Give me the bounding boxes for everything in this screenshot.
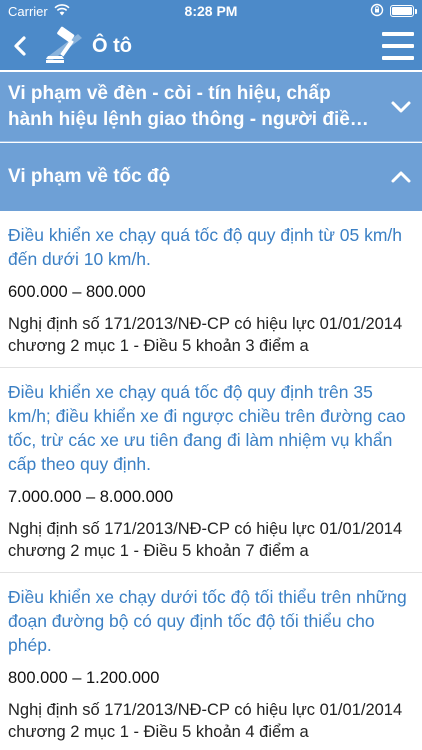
back-icon (14, 36, 26, 56)
violation-list: Điều khiển xe chạy quá tốc độ quy định t… (0, 211, 422, 750)
menu-icon-bar (382, 32, 414, 36)
rotation-lock-icon (370, 3, 384, 20)
section-title: Vi phạm về tốc độ (8, 166, 171, 187)
status-right (370, 3, 417, 20)
violation-fine: 800.000 – 1.200.000 (8, 669, 160, 687)
carrier-label: Carrier (8, 3, 48, 19)
wifi-icon (54, 3, 70, 19)
violation-fine: 600.000 – 800.000 (8, 283, 146, 301)
section-header-speed[interactable]: Vi phạm về tốc độ (0, 143, 422, 211)
chevron-up-icon (391, 171, 411, 183)
chevron-down-icon (391, 101, 411, 112)
violation-reference: Nghị định số 171/2013/NĐ-CP có hiệu lực … (8, 701, 403, 741)
gavel-logo-icon (42, 26, 86, 66)
status-left: Carrier (8, 4, 70, 19)
menu-button[interactable] (380, 28, 416, 64)
battery-icon (390, 5, 417, 17)
section-title: Vi phạm về đèn - còi - tín hiệu, chấp hà… (8, 82, 362, 130)
violation-description: Điều khiển xe chạy dưới tốc độ tối thiểu… (8, 587, 407, 655)
menu-icon-bar (382, 56, 414, 60)
violation-item[interactable]: Điều khiển xe chạy quá tốc độ quy định t… (0, 211, 422, 368)
violation-item[interactable]: Điều khiển xe chạy dưới tốc độ tối thiểu… (0, 573, 422, 750)
violation-fine: 7.000.000 – 8.000.000 (8, 488, 174, 506)
violation-reference: Nghị định số 171/2013/NĐ-CP có hiệu lực … (8, 315, 403, 355)
violation-reference: Nghị định số 171/2013/NĐ-CP có hiệu lực … (8, 520, 403, 560)
violation-description: Điều khiển xe chạy quá tốc độ quy định t… (8, 225, 403, 269)
menu-icon-bar (382, 44, 414, 48)
violation-description: Điều khiển xe chạy quá tốc độ quy định t… (8, 382, 406, 474)
status-bar: Carrier 8:28 PM (0, 0, 422, 22)
back-button[interactable] (0, 22, 40, 70)
violation-item[interactable]: Điều khiển xe chạy quá tốc độ quy định t… (0, 368, 422, 573)
battery-fill (392, 7, 412, 15)
nav-bar: Ô tô (0, 22, 422, 70)
page-title: Ô tô (92, 34, 132, 57)
section-header-signals[interactable]: Vi phạm về đèn - còi - tín hiệu, chấp hà… (0, 72, 422, 142)
